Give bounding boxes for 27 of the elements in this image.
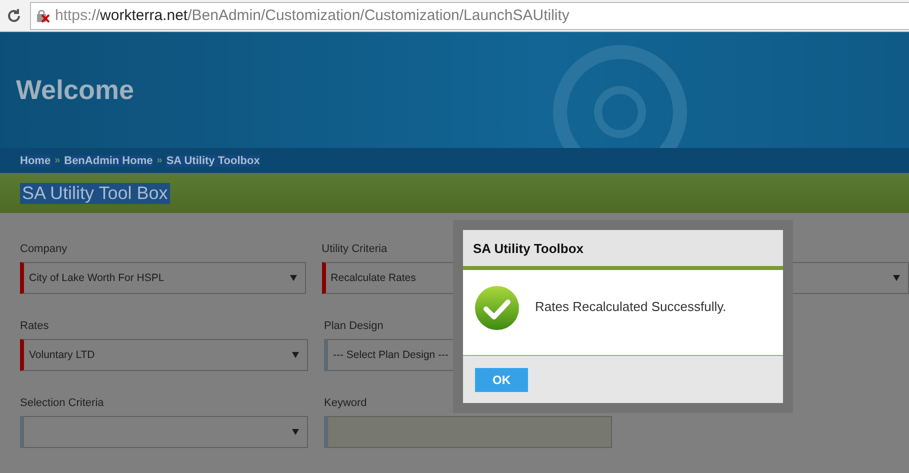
ok-button[interactable]: OK (474, 366, 529, 392)
check-icon (474, 284, 520, 330)
breadcrumb-link[interactable]: SA Utility Toolbox (166, 154, 260, 166)
caret-icon (292, 352, 299, 358)
breadcrumb-link[interactable]: Home (20, 154, 51, 166)
caret-icon (290, 275, 297, 281)
page-title: SA Utility Tool Box (20, 182, 170, 204)
dropdown[interactable]: City of Lake Worth For HSPL (20, 262, 306, 294)
reload-icon[interactable] (6, 8, 22, 24)
field-label: Selection Criteria (20, 397, 104, 410)
welcome-heading: Welcome (16, 74, 134, 106)
input-field[interactable] (324, 416, 612, 448)
caret-icon (292, 429, 299, 435)
breadcrumb-separator: » (54, 155, 60, 166)
dialog-title: SA Utility Toolbox (463, 230, 783, 270)
field-label: Utility Criteria (322, 243, 388, 256)
caret-icon (893, 275, 900, 281)
field-label: Plan Design (324, 320, 384, 333)
field-label: Company (20, 243, 68, 256)
field-label: Keyword (324, 397, 367, 410)
dropdown[interactable] (20, 416, 308, 448)
breadcrumb-link[interactable]: BenAdmin Home (64, 154, 153, 166)
address-field[interactable]: https://workterra.net/BenAdmin/Customization/Customization/LaunchSAUtility (30, 2, 909, 30)
dropdown[interactable]: Voluntary LTD (20, 339, 308, 371)
dialog-message: Rates Recalculated Successfully. (535, 299, 726, 314)
breadcrumb-separator: » (156, 155, 162, 166)
field-label: Rates (20, 320, 49, 333)
